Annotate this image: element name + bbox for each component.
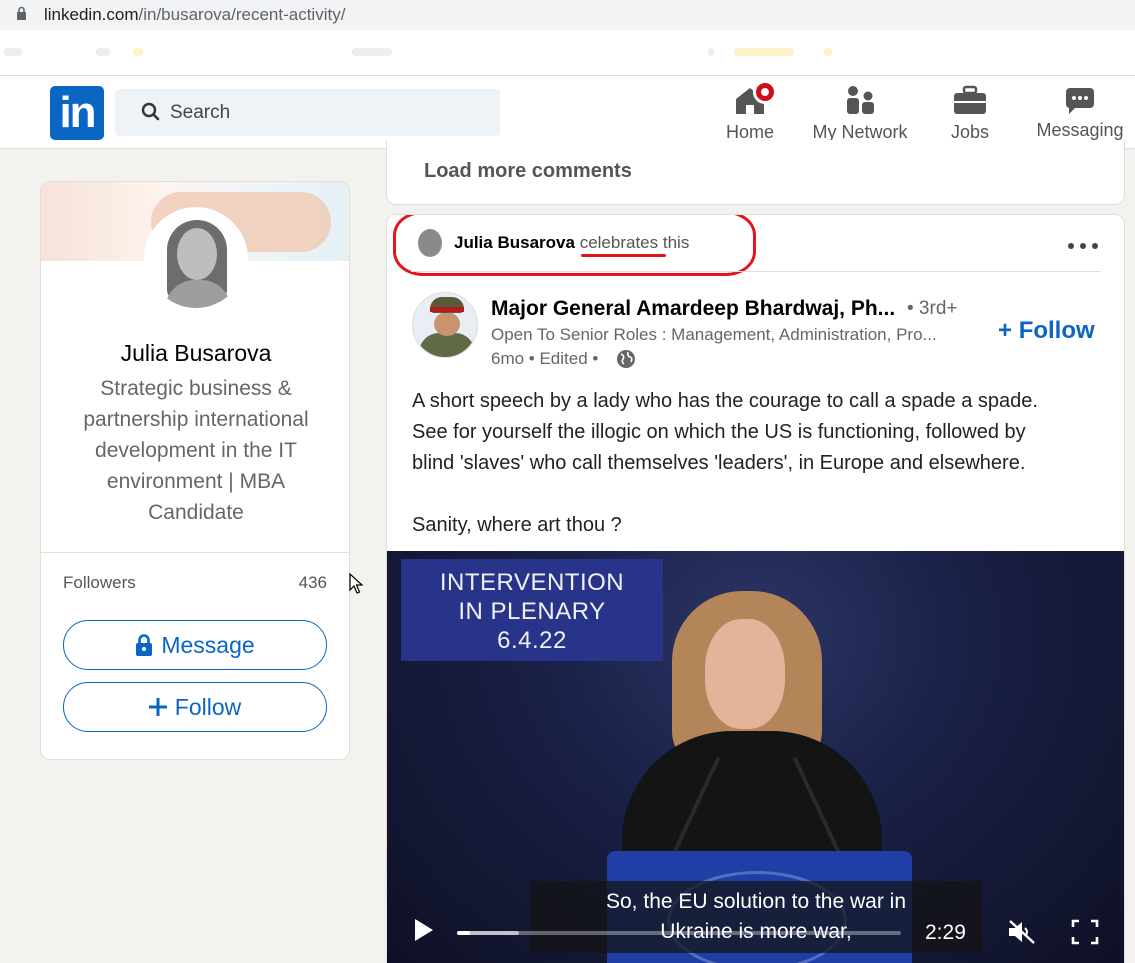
subtitle-line: So, the EU solution to the war in: [606, 890, 906, 913]
plus-icon: +: [998, 317, 1013, 344]
author-avatar[interactable]: [412, 292, 478, 358]
more-options-icon[interactable]: [1063, 235, 1103, 257]
globe-icon: [617, 350, 635, 368]
video-player[interactable]: INTERVENTION IN PLENARY 6.4.22 So, the E…: [387, 551, 1124, 963]
url-domain: linkedin.com: [44, 5, 139, 24]
follow-profile-button[interactable]: Follow: [63, 682, 327, 732]
connection-degree: • 3rd+: [907, 298, 958, 319]
video-progress-bar[interactable]: [457, 931, 471, 935]
red-underline-annotation: [581, 254, 666, 257]
url-path: /in/busarova/recent-activity/: [138, 5, 346, 24]
red-highlight-annotation: [393, 215, 756, 276]
briefcase-icon: [954, 85, 986, 114]
network-icon: [847, 86, 874, 114]
url-text[interactable]: linkedin.com/in/busarova/recent-activity…: [44, 5, 345, 25]
top-navigation: in Home My Network Jobs: [0, 76, 1135, 149]
video-progress-track[interactable]: [457, 931, 901, 935]
nav-my-network[interactable]: My Network: [805, 76, 915, 149]
follow-profile-label: Follow: [174, 693, 242, 720]
divider: [411, 271, 1101, 272]
lock-icon: [136, 634, 153, 656]
search-icon: [141, 102, 160, 121]
post-meta: 6mo • Edited •: [491, 349, 599, 368]
load-more-comments-button[interactable]: Load more comments: [424, 160, 632, 183]
author-name[interactable]: Major General Amardeep Bhardwaj, Ph...: [491, 297, 895, 321]
messaging-icon: [1065, 88, 1094, 114]
nav-home[interactable]: Home: [715, 76, 785, 149]
bookmark-item[interactable]: [4, 48, 22, 56]
post-text: A short speech by a lady who has the cou…: [412, 386, 1102, 541]
notification-badge: [753, 80, 777, 104]
linkedin-logo[interactable]: in: [50, 86, 104, 140]
follow-author-label: Follow: [1018, 317, 1095, 344]
fullscreen-icon[interactable]: [1071, 919, 1099, 945]
author-headline: Open To Senior Roles : Management, Admin…: [491, 325, 937, 344]
bookmark-item[interactable]: [96, 48, 110, 56]
muted-speaker-icon[interactable]: [1007, 919, 1037, 945]
bookmark-item[interactable]: [734, 48, 794, 56]
video-overlay-caption: INTERVENTION IN PLENARY 6.4.22: [401, 559, 663, 661]
profile-headline: Strategic business & partnership interna…: [83, 377, 309, 524]
bookmark-item[interactable]: [824, 48, 832, 56]
bookmark-item[interactable]: [708, 48, 714, 56]
bookmarks-bar: [0, 30, 1135, 76]
video-duration: 2:29: [925, 921, 966, 944]
feed-post: Julia Busarova celebrates this Major Gen…: [386, 214, 1125, 963]
divider: [41, 552, 349, 553]
followers-label: Followers: [63, 573, 136, 592]
video-subtitles: So, the EU solution to the war in Ukrain…: [530, 881, 982, 953]
play-icon[interactable]: [413, 917, 435, 943]
followers-count: 436: [298, 573, 327, 592]
post-text-line: Sanity, where art thou ?: [412, 514, 622, 536]
plus-icon: [148, 698, 167, 716]
nav-messaging[interactable]: Messaging: [1030, 76, 1130, 149]
bookmark-item[interactable]: [133, 48, 143, 56]
search-box[interactable]: [115, 89, 500, 136]
overlay-line: 6.4.22: [497, 627, 567, 654]
search-input[interactable]: [170, 89, 490, 136]
nav-messaging-label: Messaging: [1036, 120, 1124, 140]
profile-name[interactable]: Julia Busarova: [41, 340, 349, 367]
post-text-line: A short speech by a lady who has the cou…: [412, 390, 1038, 412]
mouse-cursor-icon: [349, 573, 363, 594]
profile-card: Julia Busarova Strategic business & part…: [40, 181, 350, 760]
overlay-line: IN PLENARY: [458, 598, 606, 625]
nav-jobs[interactable]: Jobs: [935, 76, 1005, 149]
post-text-line: blind 'slaves' who call themselves 'lead…: [412, 452, 1026, 474]
bookmark-item[interactable]: [352, 48, 392, 56]
message-button[interactable]: Message: [63, 620, 327, 670]
message-button-label: Message: [161, 631, 255, 658]
lock-icon: [17, 6, 26, 20]
post-text-line: See for yourself the illogic on which th…: [412, 421, 1026, 443]
follow-author-button[interactable]: + Follow: [998, 317, 1095, 345]
overlay-line: INTERVENTION: [439, 569, 625, 596]
profile-avatar[interactable]: [144, 207, 248, 311]
comments-card: Load more comments: [386, 140, 1125, 205]
browser-address-bar[interactable]: linkedin.com/in/busarova/recent-activity…: [0, 0, 1135, 30]
